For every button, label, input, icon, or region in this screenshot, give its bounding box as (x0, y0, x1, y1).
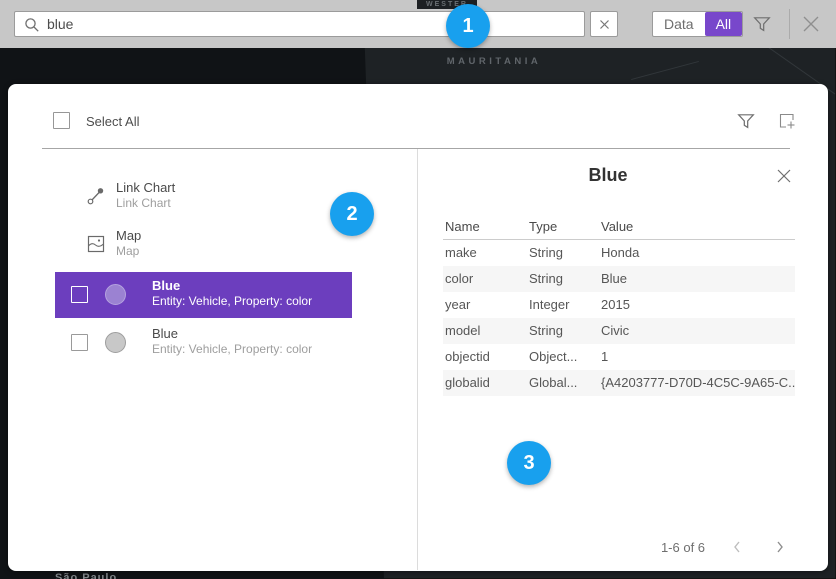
search-icon (24, 17, 40, 33)
chevron-left-icon (731, 539, 743, 555)
map-label-mauritania: MAURITANIA (436, 56, 552, 67)
detail-close-button[interactable] (776, 168, 792, 184)
chevron-right-icon (774, 539, 786, 555)
cell-type: Object... (529, 344, 601, 370)
filter-button[interactable] (753, 15, 771, 33)
list-item-subtitle: Map (116, 244, 139, 258)
results-filter-button[interactable] (737, 112, 755, 130)
close-x-icon (800, 13, 822, 35)
link-chart-icon (86, 186, 106, 206)
cell-value: 2015 (601, 292, 795, 318)
item-checkbox[interactable] (71, 286, 88, 303)
callout-2-badge: 2 (330, 192, 374, 236)
detail-title: Blue (408, 165, 808, 186)
cell-name: model (443, 318, 529, 344)
header-divider (42, 148, 790, 149)
pagination-label: 1-6 of 6 (638, 540, 728, 555)
cell-type: String (529, 266, 601, 292)
callout-1-badge: 1 (446, 4, 490, 48)
cell-value: Blue (601, 266, 795, 292)
table-row: year Integer 2015 (443, 292, 795, 318)
toggle-option-all[interactable]: All (705, 12, 743, 36)
table-row: objectid Object... 1 (443, 344, 795, 370)
add-selection-icon (778, 112, 796, 130)
cell-value: Honda (601, 240, 795, 266)
cell-type: Integer (529, 292, 601, 318)
callout-3-badge: 3 (507, 441, 551, 485)
table-row: globalid Global... {A4203777-D70D-4C5C-9… (443, 370, 795, 396)
cell-type: String (529, 318, 601, 344)
list-item-subtitle: Link Chart (116, 196, 171, 210)
list-item-subtitle: Entity: Vehicle, Property: color (152, 342, 312, 356)
list-item-title: Map (116, 228, 141, 243)
table-header-row: Name Type Value (443, 214, 795, 240)
map-label-sao-paulo: São Paulo (55, 572, 117, 579)
cell-name: make (443, 240, 529, 266)
column-header: Value (601, 214, 795, 239)
add-selection-button[interactable] (778, 112, 796, 130)
toolbar-divider (789, 9, 790, 39)
table-row: color String Blue (443, 266, 795, 292)
list-item-blue-selected[interactable]: Blue Entity: Vehicle, Property: color (55, 272, 352, 318)
attribute-table: Name Type Value make String Honda color … (443, 214, 795, 396)
toggle-option-data[interactable]: Data (653, 12, 705, 36)
table-row: make String Honda (443, 240, 795, 266)
cell-value: 1 (601, 344, 795, 370)
list-item-subtitle: Entity: Vehicle, Property: color (152, 294, 312, 308)
map-icon (87, 235, 105, 253)
list-item-title: Blue (152, 326, 178, 341)
pagination-next-button[interactable] (774, 539, 786, 555)
list-item-blue[interactable]: Blue Entity: Vehicle, Property: color (55, 320, 352, 366)
table-row: model String Civic (443, 318, 795, 344)
entity-circle-icon (105, 332, 126, 353)
pagination-prev-button[interactable] (731, 539, 743, 555)
screenshot-root: MAURITANIA São Paulo Data All (0, 0, 836, 579)
data-all-toggle: Data All (652, 11, 743, 37)
search-input[interactable] (47, 12, 577, 36)
search-results-panel: Select All Link Chart Link Chart (8, 84, 828, 571)
funnel-icon (753, 15, 771, 33)
search-input-container (14, 11, 585, 37)
search-toolbar: Data All WESTER (0, 0, 836, 48)
entity-circle-icon (105, 284, 126, 305)
close-x-icon (776, 168, 792, 184)
cell-type: String (529, 240, 601, 266)
clear-x-icon (599, 19, 610, 30)
cell-name: objectid (443, 344, 529, 370)
funnel-icon (737, 112, 755, 130)
cell-type: Global... (529, 370, 601, 396)
list-item-title: Blue (152, 278, 180, 293)
column-header: Name (443, 214, 529, 239)
item-checkbox[interactable] (71, 334, 88, 351)
column-header: Type (529, 214, 601, 239)
map-border-line (631, 61, 699, 80)
cell-name: color (443, 266, 529, 292)
clear-search-button[interactable] (590, 11, 618, 37)
select-all-checkbox[interactable] (53, 112, 70, 129)
cell-name: globalid (443, 370, 529, 396)
close-search-button[interactable] (800, 13, 822, 35)
cell-value: Civic (601, 318, 795, 344)
list-detail-divider (417, 149, 418, 570)
cell-name: year (443, 292, 529, 318)
select-all-label: Select All (86, 114, 139, 129)
cell-value: {A4203777-D70D-4C5C-9A65-C... (601, 370, 795, 396)
list-item-title: Link Chart (116, 180, 175, 195)
